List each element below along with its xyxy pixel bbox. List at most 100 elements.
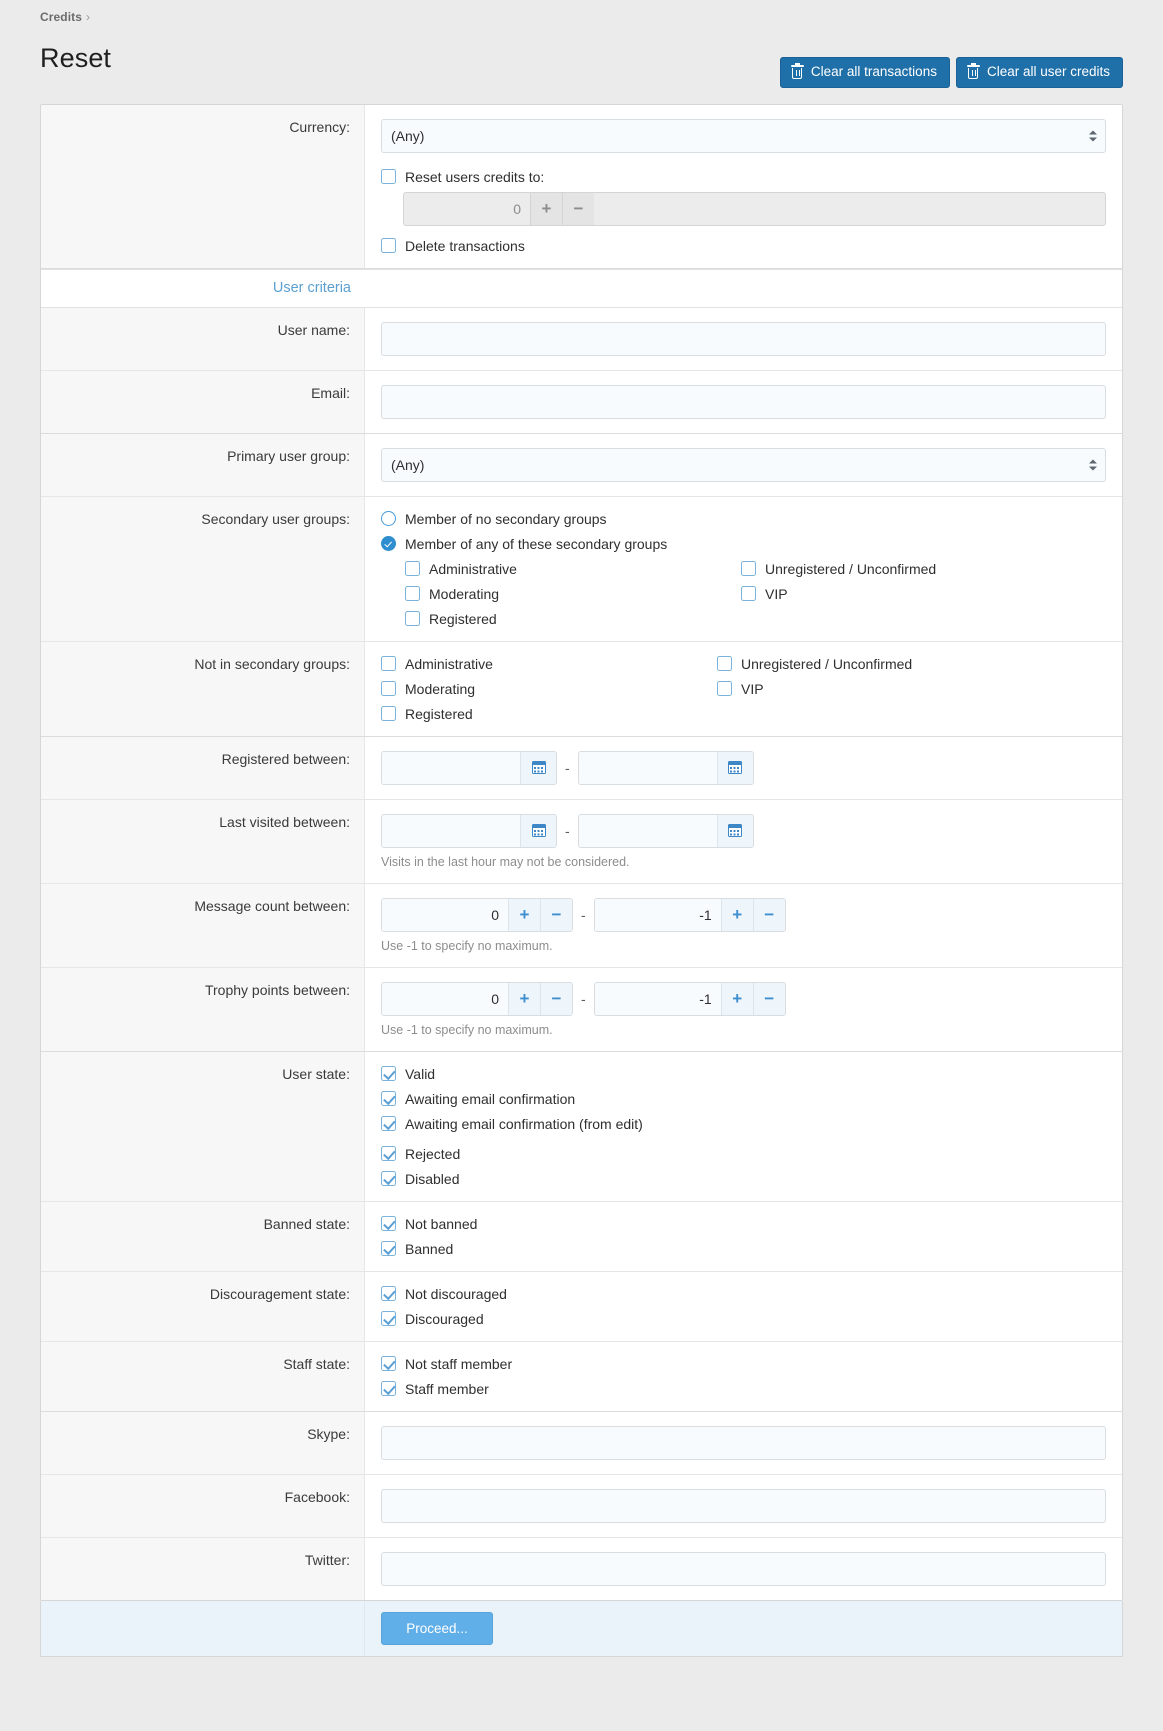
registered-from-input[interactable] [382,752,520,784]
checkbox-secondary-administrative[interactable]: Administrative [405,561,741,577]
stepper-minus-button[interactable]: − [562,193,594,225]
not-secondary-left-column: Administrative Moderating Registered [381,656,717,722]
checkbox-secondary-registered[interactable]: Registered [405,611,741,627]
checkbox-user-state-awaiting-email-confirmation[interactable]: Awaiting email confirmation [381,1091,1106,1107]
reset-credits-stepper[interactable]: + − [403,192,1106,226]
calendar-icon[interactable] [717,752,753,784]
email-input[interactable] [381,385,1106,419]
reset-users-credits-checkbox[interactable]: Reset users credits to: [381,169,1106,185]
stepper-plus-button[interactable]: + [530,193,562,225]
checkbox-icon-checked [381,1116,396,1131]
proceed-button[interactable]: Proceed... [381,1612,493,1645]
calendar-icon[interactable] [520,815,556,847]
checkbox-not-secondary-registered[interactable]: Registered [381,706,717,722]
stepper-plus-button[interactable]: + [508,899,540,931]
label: Moderating [429,586,499,602]
checkbox-icon [381,656,396,671]
facebook-input[interactable] [381,1489,1106,1523]
checkbox-not-secondary-unregistered-unconfirmed[interactable]: Unregistered / Unconfirmed [717,656,1053,672]
last-visited-between-label: Last visited between: [41,800,365,883]
registered-from-field[interactable] [381,751,557,785]
last-visited-from-field[interactable] [381,814,557,848]
stepper-plus-button[interactable]: + [721,899,753,931]
last-visited-hint: Visits in the last hour may not be consi… [381,855,1106,869]
last-visited-to-input[interactable] [579,815,717,847]
primary-user-group-select[interactable]: (Any) [381,448,1106,482]
checkbox-not-secondary-administrative[interactable]: Administrative [381,656,717,672]
label: Registered [405,706,473,722]
trophy-points-max-stepper[interactable]: + − [594,982,786,1016]
radio-member-of-any-secondary-groups[interactable]: Member of any of these secondary groups [381,536,1106,552]
range-separator: - [565,823,570,839]
twitter-input[interactable] [381,1552,1106,1586]
checkbox-secondary-vip[interactable]: VIP [741,586,1077,602]
stepper-minus-button[interactable]: − [540,983,572,1015]
checkbox-icon [381,238,396,253]
trophy-points-min-input[interactable] [382,983,508,1015]
checkbox-not-staff-member[interactable]: Not staff member [381,1356,1106,1372]
checkbox-not-discouraged[interactable]: Not discouraged [381,1286,1106,1302]
checkbox-icon-checked [381,1311,396,1326]
stepper-plus-button[interactable]: + [508,983,540,1015]
stepper-minus-button[interactable]: − [753,899,785,931]
checkbox-discouraged[interactable]: Discouraged [381,1311,1106,1327]
checkbox-not-banned[interactable]: Not banned [381,1216,1106,1232]
email-label: Email: [41,371,365,433]
row-skype: Skype: [41,1412,1122,1475]
checkbox-not-secondary-vip[interactable]: VIP [717,681,1053,697]
checkbox-icon-checked [381,1356,396,1371]
registered-to-field[interactable] [578,751,754,785]
label: Awaiting email confirmation [405,1091,575,1107]
calendar-icon[interactable] [717,815,753,847]
checkbox-icon [381,681,396,696]
checkbox-user-state-rejected[interactable]: Rejected [381,1146,1106,1162]
admin-page: Credits› Reset Clear all transactions Cl… [0,0,1163,1657]
banned-state-label: Banned state: [41,1202,365,1271]
registered-between-label: Registered between: [41,737,365,799]
secondary-user-groups-label: Secondary user groups: [41,497,365,641]
message-count-min-stepper[interactable]: + − [381,898,573,932]
message-count-max-input[interactable] [595,899,721,931]
reset-credits-input [404,193,530,225]
checkbox-banned[interactable]: Banned [381,1241,1106,1257]
row-twitter: Twitter: [41,1538,1122,1600]
currency-select[interactable]: (Any) [381,119,1106,153]
row-primary-user-group: Primary user group: (Any) [41,434,1122,497]
last-visited-to-field[interactable] [578,814,754,848]
checkbox-not-secondary-moderating[interactable]: Moderating [381,681,717,697]
skype-input[interactable] [381,1426,1106,1460]
row-last-visited-between: Last visited between: - Visits in the la… [41,800,1122,884]
checkbox-icon-checked [381,1146,396,1161]
checkbox-secondary-moderating[interactable]: Moderating [405,586,741,602]
checkbox-icon-checked [381,1286,396,1301]
clear-all-transactions-button[interactable]: Clear all transactions [780,57,950,88]
checkbox-user-state-valid[interactable]: Valid [381,1066,1106,1082]
label: Rejected [405,1146,460,1162]
message-count-min-input[interactable] [382,899,508,931]
row-not-in-secondary-groups: Not in secondary groups: Administrative … [41,642,1122,737]
secondary-groups-right-column: Unregistered / Unconfirmed VIP [741,561,1077,627]
calendar-icon[interactable] [520,752,556,784]
trophy-points-min-stepper[interactable]: + − [381,982,573,1016]
checkbox-secondary-unregistered-unconfirmed[interactable]: Unregistered / Unconfirmed [741,561,1077,577]
radio-member-of-no-secondary-groups[interactable]: Member of no secondary groups [381,511,1106,527]
breadcrumb-credits[interactable]: Credits [40,10,82,24]
range-separator: - [581,907,586,923]
delete-transactions-checkbox[interactable]: Delete transactions [381,238,1106,254]
row-message-count-between: Message count between: + − - + − Use -1 [41,884,1122,968]
stepper-minus-button[interactable]: − [753,983,785,1015]
stepper-minus-button[interactable]: − [540,899,572,931]
registered-to-input[interactable] [579,752,717,784]
page-title: Reset [40,44,111,74]
checkbox-user-state-awaiting-email-confirmation-from-edit[interactable]: Awaiting email confirmation (from edit) [381,1116,1106,1132]
checkbox-user-state-disabled[interactable]: Disabled [381,1171,1106,1187]
checkbox-staff-member[interactable]: Staff member [381,1381,1106,1397]
label: Unregistered / Unconfirmed [741,656,912,672]
user-name-input[interactable] [381,322,1106,356]
clear-all-user-credits-button[interactable]: Clear all user credits [956,57,1123,88]
stepper-plus-button[interactable]: + [721,983,753,1015]
last-visited-from-input[interactable] [382,815,520,847]
message-count-max-stepper[interactable]: + − [594,898,786,932]
form-footer: Proceed... [40,1601,1123,1657]
trophy-points-max-input[interactable] [595,983,721,1015]
